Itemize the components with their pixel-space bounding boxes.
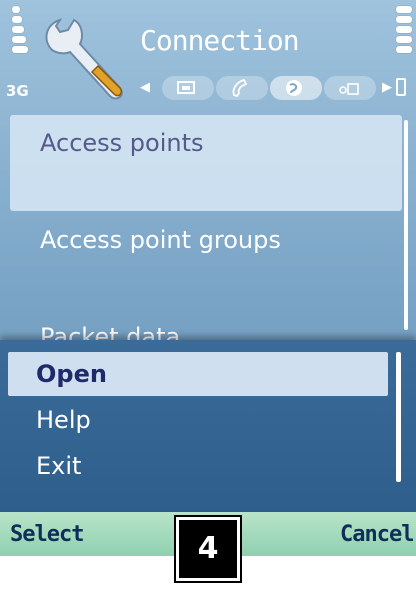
- menu-scrollbar[interactable]: [396, 352, 401, 482]
- phone-icon: [232, 78, 248, 98]
- list-item-access-point-groups[interactable]: Access point groups: [10, 212, 402, 308]
- step-number-badge: 4: [174, 515, 242, 583]
- signal-strength-icon: [12, 6, 30, 56]
- menu-item-open[interactable]: Open: [8, 352, 388, 396]
- tab-device[interactable]: [162, 76, 214, 100]
- select-softkey[interactable]: Select: [10, 522, 84, 547]
- list-scrollbar[interactable]: [404, 120, 408, 330]
- options-menu: Open Help Exit: [0, 340, 416, 512]
- menu-item-exit[interactable]: Exit: [8, 444, 388, 488]
- phone-screen: 3G Connection ◀ ▶ Access points Access p…: [0, 0, 416, 556]
- tab-left-arrow-icon[interactable]: ◀: [140, 80, 150, 95]
- list-item-label: Access points: [40, 129, 204, 157]
- list-item-access-points[interactable]: Access points: [10, 115, 402, 211]
- tab-right-arrow-icon[interactable]: ▶: [382, 80, 392, 95]
- tab-bar: ◀ ▶: [140, 76, 408, 102]
- cancel-softkey[interactable]: Cancel: [340, 522, 414, 547]
- network-type-label: 3G: [6, 82, 29, 100]
- menu-item-label: Exit: [36, 452, 82, 480]
- globe-icon: [286, 80, 302, 96]
- tab-web[interactable]: [270, 76, 322, 100]
- data-icon: [339, 83, 359, 95]
- menu-item-label: Help: [36, 406, 91, 434]
- battery-level-icon: [396, 6, 414, 56]
- device-icon: [177, 81, 195, 94]
- menu-item-help[interactable]: Help: [8, 398, 388, 442]
- status-header: 3G Connection ◀ ▶: [0, 0, 416, 110]
- tab-phone[interactable]: [216, 76, 268, 100]
- wrench-icon: [45, 18, 123, 100]
- menu-item-label: Open: [36, 360, 107, 388]
- list-item-label: Access point groups: [40, 226, 281, 254]
- battery-icon: [396, 78, 406, 96]
- app-title: Connection: [140, 24, 300, 57]
- tab-data[interactable]: [324, 76, 376, 100]
